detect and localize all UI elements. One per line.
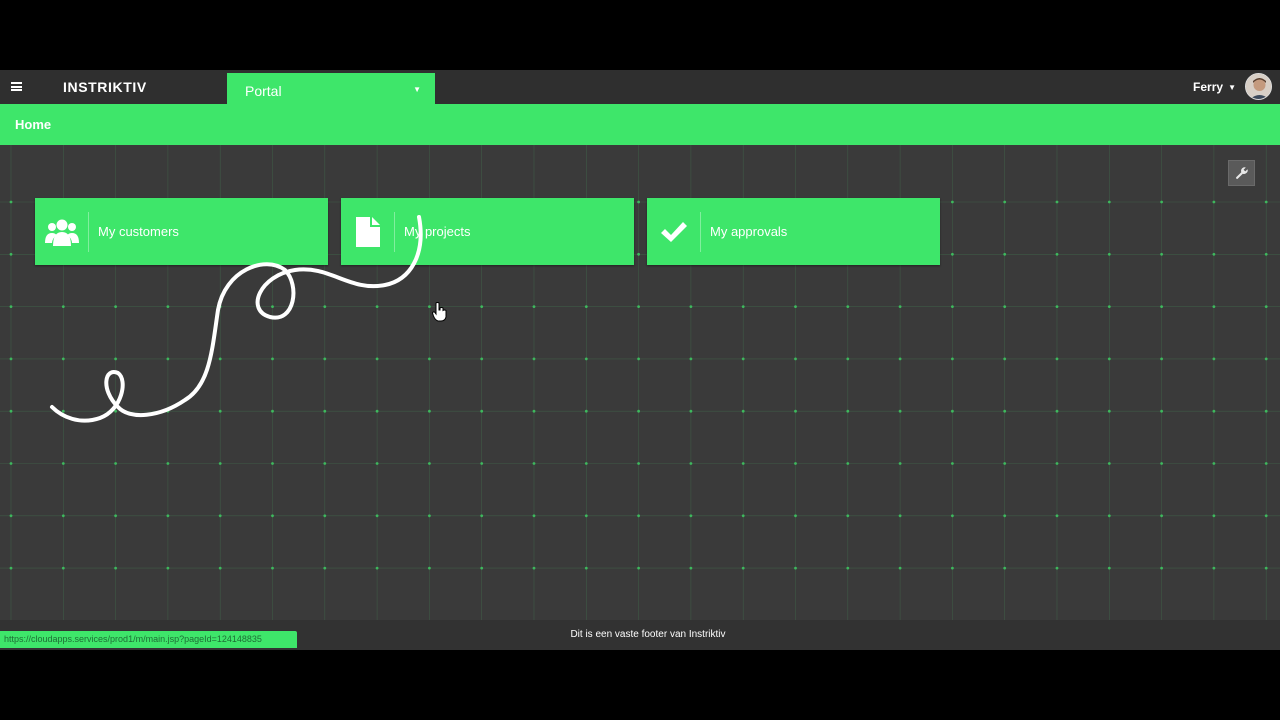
breadcrumb: Home <box>0 104 1280 145</box>
annotation-squiggle-drawing <box>50 215 423 423</box>
user-name: Ferry <box>1193 80 1224 94</box>
chevron-down-icon: ▼ <box>1228 83 1236 92</box>
logo: INSTRIKTIV <box>63 79 147 95</box>
avatar[interactable] <box>1245 73 1272 100</box>
top-bar: INSTRIKTIV Portal ▼ Ferry ▼ <box>0 70 1280 107</box>
hand-pointer-cursor-icon <box>432 302 447 322</box>
app-selector-label: Portal <box>245 83 282 99</box>
dashboard-content: My customers My projects My approvals <box>0 145 1280 620</box>
breadcrumb-home[interactable]: Home <box>15 117 51 132</box>
hamburger-menu-icon[interactable] <box>11 82 22 91</box>
footer: Dit is een vaste footer van Instriktiv h… <box>0 620 1280 650</box>
app-selector-dropdown[interactable]: Portal ▼ <box>227 73 435 107</box>
app-window: INSTRIKTIV Portal ▼ Ferry ▼ Home My cust… <box>0 70 1280 650</box>
user-photo-icon <box>1246 74 1271 99</box>
user-menu[interactable]: Ferry ▼ <box>1193 80 1236 94</box>
status-bar-url: https://cloudapps.services/prod1/m/main.… <box>0 631 297 648</box>
chevron-down-icon: ▼ <box>413 85 421 94</box>
